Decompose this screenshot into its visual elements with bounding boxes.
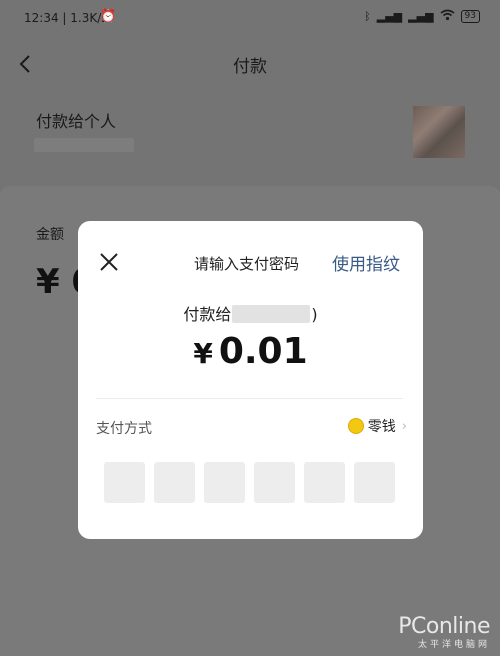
status-time: 12:34 | 1.3K/s (24, 11, 108, 25)
dialog-title: 请输入支付密码 (194, 255, 300, 273)
chevron-right-icon: › (401, 418, 407, 434)
payment-method-label: 支付方式 (96, 421, 152, 437)
payee-label: 付款给个人 (36, 112, 117, 131)
pay-to-line: 付款给) (78, 301, 423, 325)
avatar (413, 106, 465, 158)
signal-icon: ▂▄▆ (376, 10, 403, 23)
password-dialog: 请输入支付密码 使用指纹 付款给) ¥0.01 支付方式 零钱 › (78, 221, 423, 539)
signal-icon-2: ▂▄▆ (408, 10, 434, 23)
password-input[interactable] (104, 462, 395, 503)
page-title: 付款 (233, 57, 267, 77)
amount-value: 0.01 (218, 331, 308, 372)
password-digit-box[interactable] (254, 462, 295, 503)
coin-icon (347, 418, 364, 434)
bluetooth-icon: ᛒ (364, 10, 371, 23)
watermark: PConline 太平洋电脑网 (398, 614, 490, 650)
password-digit-box[interactable] (104, 462, 145, 503)
password-digit-box[interactable] (204, 462, 245, 503)
amount-label: 金额 (36, 227, 64, 243)
pay-to-suffix: ) (311, 305, 318, 324)
divider (96, 398, 403, 399)
use-fingerprint-link[interactable]: 使用指纹 (332, 250, 400, 275)
wifi-icon (440, 9, 455, 24)
payee-name-redacted-2 (232, 305, 311, 323)
nav-bar: 付款 (0, 36, 500, 92)
payment-method-selector[interactable]: 零钱 › (347, 416, 407, 436)
status-bar: 12:34 | 1.3K/s ⏰ ᛒ ▂▄▆ ▂▄▆ 93 (0, 0, 500, 36)
payee-name-redacted (34, 138, 134, 152)
alarm-icon: ⏰ (100, 9, 117, 24)
password-digit-box[interactable] (354, 462, 395, 503)
close-icon[interactable] (98, 251, 120, 273)
payment-method-value: 零钱 (367, 419, 396, 435)
battery-icon: 93 (460, 10, 480, 23)
payment-amount: ¥0.01 (78, 331, 423, 372)
password-digit-box[interactable] (154, 462, 195, 503)
pay-to-label: 付款给 (183, 305, 232, 324)
watermark-brand: PConline (398, 614, 490, 639)
currency-symbol: ¥ (193, 337, 213, 370)
password-digit-box[interactable] (304, 462, 345, 503)
